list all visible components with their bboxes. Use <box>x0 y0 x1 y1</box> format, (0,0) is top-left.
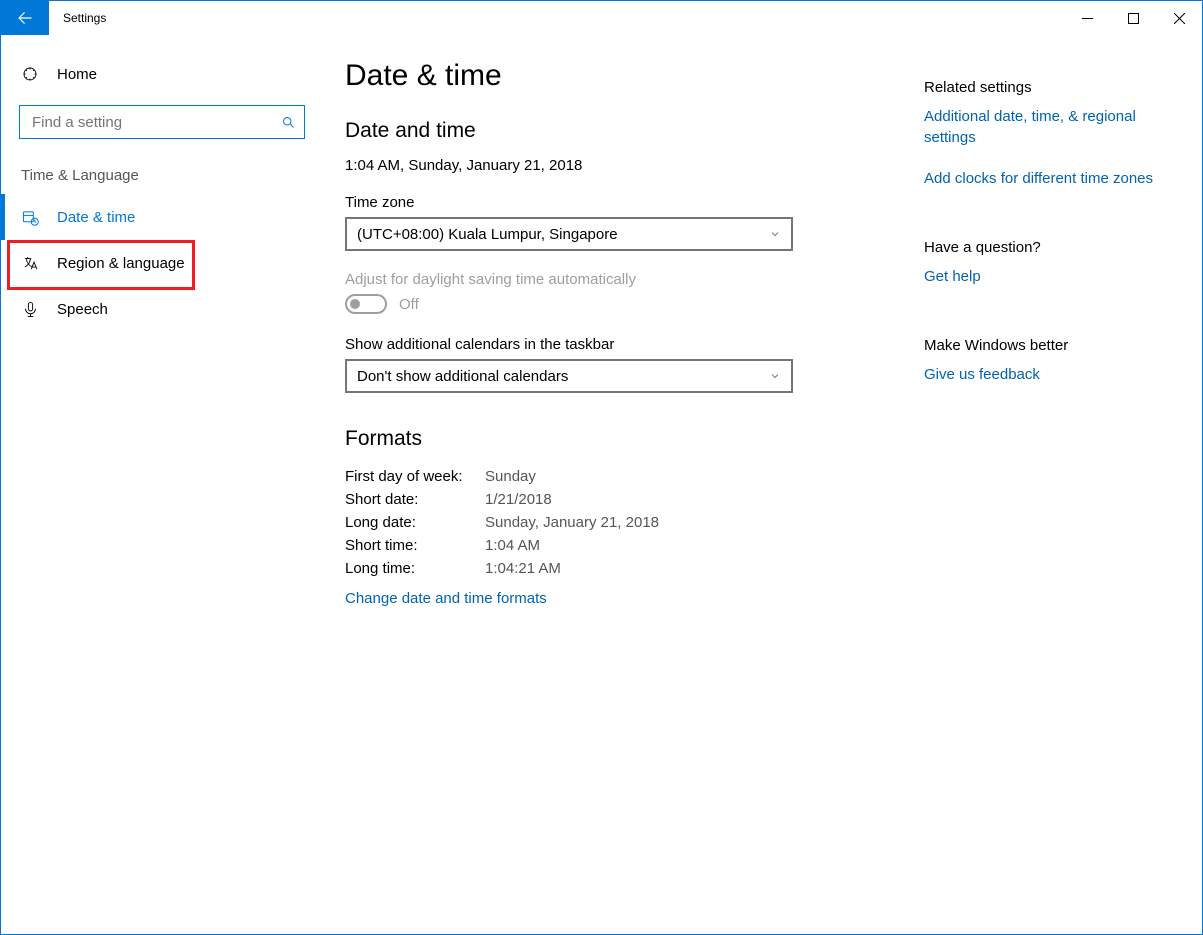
chevron-down-icon <box>769 370 781 382</box>
link-get-help[interactable]: Get help <box>924 266 981 287</box>
search-input[interactable] <box>30 113 281 132</box>
window-controls <box>1064 1 1202 35</box>
page-title: Date & time <box>345 59 905 93</box>
link-add-clocks[interactable]: Add clocks for different time zones <box>924 168 1153 189</box>
table-row: Long time: 1:04:21 AM <box>345 557 659 580</box>
sidebar-item-date-time[interactable]: Date & time <box>1 194 311 240</box>
right-rail: Related settings Additional date, time, … <box>924 59 1184 934</box>
link-give-feedback[interactable]: Give us feedback <box>924 364 1040 385</box>
sidebar-item-label: Speech <box>57 301 108 318</box>
timezone-label: Time zone <box>345 194 905 211</box>
sidebar-item-label: Date & time <box>57 209 135 226</box>
home-button[interactable]: Home <box>1 57 311 91</box>
search-box[interactable] <box>19 105 305 139</box>
settings-window: Settings Home <box>0 0 1203 935</box>
sidebar-item-region-language[interactable]: Region & language <box>1 240 311 286</box>
chevron-down-icon <box>769 228 781 240</box>
body: Home Time & Language Date & time <box>1 35 1202 934</box>
search-wrap <box>1 105 311 161</box>
maximize-button[interactable] <box>1110 1 1156 35</box>
content: Date & time Date and time 1:04 AM, Sunda… <box>345 59 905 934</box>
table-row: Short time: 1:04 AM <box>345 534 659 557</box>
section-formats: Formats First day of week: Sunday Short … <box>345 427 905 607</box>
search-icon <box>281 115 296 130</box>
home-icon <box>21 65 39 83</box>
microphone-icon <box>21 301 39 318</box>
dst-state: Off <box>399 296 419 313</box>
arrow-left-icon <box>16 9 34 27</box>
sidebar-item-speech[interactable]: Speech <box>1 286 311 332</box>
section-heading: Date and time <box>345 119 905 143</box>
extra-calendars-value: Don't show additional calendars <box>357 368 568 385</box>
titlebar: Settings <box>1 1 1202 35</box>
table-row: First day of week: Sunday <box>345 465 659 488</box>
format-value: Sunday <box>485 465 659 488</box>
format-value: 1/21/2018 <box>485 488 659 511</box>
format-key: Short time: <box>345 534 485 557</box>
section-heading: Formats <box>345 427 905 451</box>
minimize-button[interactable] <box>1064 1 1110 35</box>
language-icon <box>21 255 39 272</box>
timezone-value: (UTC+08:00) Kuala Lumpur, Singapore <box>357 226 618 243</box>
toggle-knob <box>350 299 360 309</box>
format-key: Long date: <box>345 511 485 534</box>
format-value: 1:04 AM <box>485 534 659 557</box>
change-formats-link[interactable]: Change date and time formats <box>345 590 547 607</box>
window-title: Settings <box>49 1 1064 35</box>
sidebar-item-label: Region & language <box>57 255 185 272</box>
format-key: Long time: <box>345 557 485 580</box>
sidebar: Home Time & Language Date & time <box>1 35 311 934</box>
minimize-icon <box>1082 13 1093 24</box>
extra-calendars-label: Show additional calendars in the taskbar <box>345 336 905 353</box>
extra-calendars-dropdown[interactable]: Don't show additional calendars <box>345 359 793 393</box>
rail-heading: Have a question? <box>924 239 1184 256</box>
rail-heading: Related settings <box>924 79 1184 96</box>
close-button[interactable] <box>1156 1 1202 35</box>
format-key: Short date: <box>345 488 485 511</box>
dst-label: Adjust for daylight saving time automati… <box>345 271 905 288</box>
sidebar-group-label: Time & Language <box>1 161 311 194</box>
rail-feedback: Make Windows better Give us feedback <box>924 337 1184 391</box>
table-row: Long date: Sunday, January 21, 2018 <box>345 511 659 534</box>
back-button[interactable] <box>1 1 49 35</box>
maximize-icon <box>1128 13 1139 24</box>
main: Date & time Date and time 1:04 AM, Sunda… <box>311 35 1202 934</box>
rail-heading: Make Windows better <box>924 337 1184 354</box>
table-row: Short date: 1/21/2018 <box>345 488 659 511</box>
calendar-clock-icon <box>21 209 39 226</box>
home-label: Home <box>57 66 97 83</box>
formats-table: First day of week: Sunday Short date: 1/… <box>345 465 659 580</box>
timezone-dropdown[interactable]: (UTC+08:00) Kuala Lumpur, Singapore <box>345 217 793 251</box>
section-date-time: Date and time 1:04 AM, Sunday, January 2… <box>345 119 905 393</box>
format-key: First day of week: <box>345 465 485 488</box>
dst-toggle <box>345 294 387 314</box>
rail-help: Have a question? Get help <box>924 239 1184 293</box>
link-additional-regional-settings[interactable]: Additional date, time, & regional settin… <box>924 106 1184 148</box>
current-datetime: 1:04 AM, Sunday, January 21, 2018 <box>345 157 905 174</box>
rail-related: Related settings Additional date, time, … <box>924 79 1184 195</box>
close-icon <box>1174 13 1185 24</box>
format-value: 1:04:21 AM <box>485 557 659 580</box>
format-value: Sunday, January 21, 2018 <box>485 511 659 534</box>
dst-toggle-row: Off <box>345 294 905 314</box>
